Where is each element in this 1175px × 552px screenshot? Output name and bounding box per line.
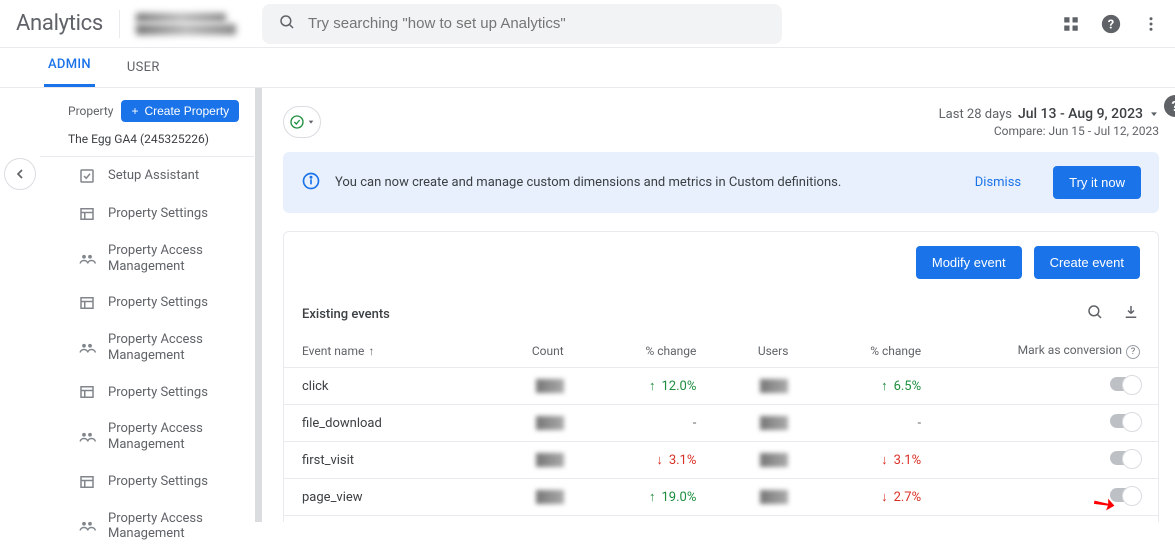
svg-text:?: ? (1172, 99, 1175, 115)
count-cell (488, 405, 582, 442)
create-event-button[interactable]: Create event (1034, 246, 1140, 279)
section-title: Existing events (302, 307, 390, 322)
table-row: page_view ↑19.0% ↓2.7% (284, 479, 1158, 516)
sidebar-item[interactable]: Property Settings (40, 284, 254, 322)
conversion-toggle[interactable] (1110, 488, 1140, 502)
events-table: Event name↑ Count % change Users % chang… (284, 335, 1158, 522)
admin-tabs: ADMIN USER (0, 48, 1175, 88)
events-card: Modify event Create event Existing event… (283, 231, 1159, 522)
info-icon (301, 171, 321, 195)
try-it-now-button[interactable]: Try it now (1053, 166, 1141, 199)
users-cell (714, 368, 806, 405)
sidebar-item[interactable]: Property Settings (40, 195, 254, 233)
app-header: Analytics ? (0, 0, 1175, 48)
count-cell (488, 479, 582, 516)
dismiss-link[interactable]: Dismiss (975, 175, 1021, 190)
change-cell: ↑12.0% (582, 368, 715, 405)
sidebar-item[interactable]: Setup Assistant (40, 157, 254, 195)
help-icon[interactable]: ? (1099, 13, 1123, 35)
plus-icon: + (131, 104, 138, 118)
search-input[interactable] (308, 15, 766, 32)
date-picker[interactable]: Last 28 days Jul 13 - Aug 9, 2023 Compar… (939, 106, 1159, 138)
col-users[interactable]: Users (714, 335, 806, 368)
apps-icon[interactable] (1059, 15, 1083, 33)
users-cell (714, 479, 806, 516)
change-cell: ↑700.0% (806, 516, 939, 523)
toggle-cell (939, 516, 1158, 523)
event-name-cell[interactable]: page_view (284, 479, 488, 516)
svg-text:?: ? (1108, 17, 1114, 32)
divider (119, 10, 120, 38)
sidebar-item[interactable]: Property Settings (40, 373, 254, 411)
chevron-down-icon (307, 118, 315, 126)
property-name[interactable]: The Egg GA4 (245325226) (40, 128, 254, 157)
conversion-toggle[interactable] (1110, 377, 1140, 391)
sidebar-item[interactable]: Property Settings (40, 463, 254, 501)
change-cell: ↑6.5% (806, 368, 939, 405)
table-row: first_visit ↓3.1% ↓3.1% (284, 442, 1158, 479)
create-property-button[interactable]: + Create Property (121, 100, 239, 122)
table-row: click ↑12.0% ↑6.5% (284, 368, 1158, 405)
account-selector[interactable] (136, 13, 246, 35)
sidebar-item[interactable]: Property Access Management (40, 233, 254, 284)
table-row: paid_contact_leads ↑166.7% ↑700.0% (284, 516, 1158, 523)
chevron-down-icon (1149, 109, 1159, 119)
sidebar-item[interactable]: Property Access Management (40, 411, 254, 462)
property-label: Property (68, 104, 113, 118)
users-cell (714, 442, 806, 479)
more-icon[interactable] (1139, 15, 1163, 33)
users-cell (714, 405, 806, 442)
col-mark-conversion: Mark as conversion? (939, 335, 1158, 368)
conversion-toggle[interactable] (1110, 414, 1140, 428)
tab-admin[interactable]: ADMIN (44, 57, 95, 87)
toggle-cell (939, 442, 1158, 479)
count-cell (488, 368, 582, 405)
event-name-cell[interactable]: paid_contact_leads (284, 516, 488, 523)
toggle-cell (939, 405, 1158, 442)
toggle-cell (939, 368, 1158, 405)
change-cell: ↓3.1% (582, 442, 715, 479)
status-chip[interactable] (283, 106, 321, 138)
change-cell: ↑166.7% (582, 516, 715, 523)
col-count[interactable]: Count (488, 335, 582, 368)
modify-event-button[interactable]: Modify event (916, 246, 1022, 279)
main-content: ? Last 28 days Jul 13 - Aug 9, 2023 Comp… (255, 88, 1175, 522)
change-cell: ↓2.7% (806, 479, 939, 516)
event-name-cell[interactable]: click (284, 368, 488, 405)
col-change-1[interactable]: % change (582, 335, 715, 368)
collapse-sidebar-button[interactable] (4, 158, 36, 190)
download-icon[interactable] (1122, 303, 1140, 325)
event-name-cell[interactable]: first_visit (284, 442, 488, 479)
col-change-2[interactable]: % change (806, 335, 939, 368)
help-float-icon[interactable]: ? (1163, 94, 1175, 118)
event-name-cell[interactable]: file_download (284, 405, 488, 442)
blurred-text (136, 24, 236, 35)
help-inline-icon[interactable]: ? (1126, 345, 1140, 359)
sidebar-item[interactable]: Property Access Management (40, 322, 254, 373)
search-icon (278, 13, 296, 35)
col-event-name[interactable]: Event name↑ (284, 335, 488, 368)
count-cell (488, 516, 582, 523)
search-bar[interactable] (262, 4, 782, 44)
users-cell (714, 516, 806, 523)
tab-user[interactable]: USER (123, 60, 164, 87)
toggle-cell (939, 479, 1158, 516)
blurred-text (136, 13, 226, 22)
brand-logo: Analytics (12, 11, 103, 36)
search-events-icon[interactable] (1086, 303, 1104, 325)
sidebar-item[interactable]: Property Access Management (40, 501, 254, 552)
conversion-toggle[interactable] (1110, 451, 1140, 465)
change-cell: - (806, 405, 939, 442)
info-banner: You can now create and manage custom dim… (283, 152, 1159, 213)
change-cell: ↑19.0% (582, 479, 715, 516)
table-row: file_download - - (284, 405, 1158, 442)
change-cell: - (582, 405, 715, 442)
change-cell: ↓3.1% (806, 442, 939, 479)
count-cell (488, 442, 582, 479)
property-sidebar: Property + Create Property The Egg GA4 (… (40, 88, 255, 522)
